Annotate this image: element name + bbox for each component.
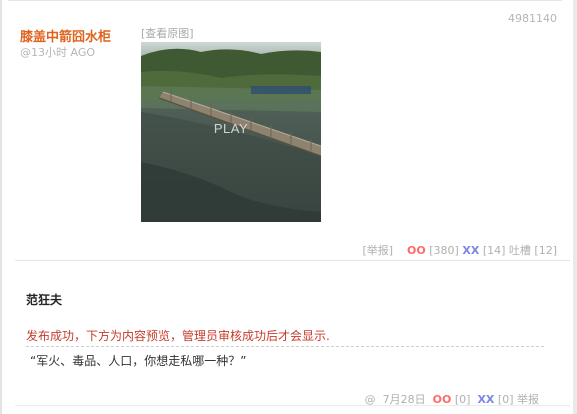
dashed-divider [26, 346, 544, 347]
oo-count: [380] [429, 244, 459, 257]
post-author: 膝盖中箭囧水柜 [20, 30, 112, 45]
comment-author: 范狂夫 [26, 293, 63, 307]
top-divider [8, 0, 562, 1]
view-original-link[interactable]: [查看原图] [141, 25, 194, 41]
bottom-divider [15, 405, 570, 406]
post-actions: [举报] OO [380] XX [14] 吐槽 [12] [362, 242, 557, 258]
post-id[interactable]: 4981140 [508, 12, 557, 25]
report-link[interactable]: [举报] [362, 242, 393, 258]
section-divider [15, 260, 570, 261]
review-notice: 发布成功，下方为内容预览，管理员审核成功后才会显示. [26, 329, 330, 343]
post-time: @13小时 AGO [20, 46, 96, 59]
tucao-link[interactable]: 吐槽 [509, 242, 531, 258]
xx-vote-button[interactable]: XX [462, 244, 479, 257]
tucao-count: [12] [534, 244, 557, 257]
comment-text: “军火、毒品、人口，你想走私哪一种？” [30, 354, 247, 368]
right-frame-border [573, 0, 577, 414]
oo-vote-button[interactable]: OO [407, 244, 426, 257]
video-thumbnail[interactable]: PLAY [141, 42, 321, 222]
left-frame-border [0, 0, 2, 414]
play-label[interactable]: PLAY [141, 121, 321, 136]
xx-count: [14] [482, 244, 506, 257]
